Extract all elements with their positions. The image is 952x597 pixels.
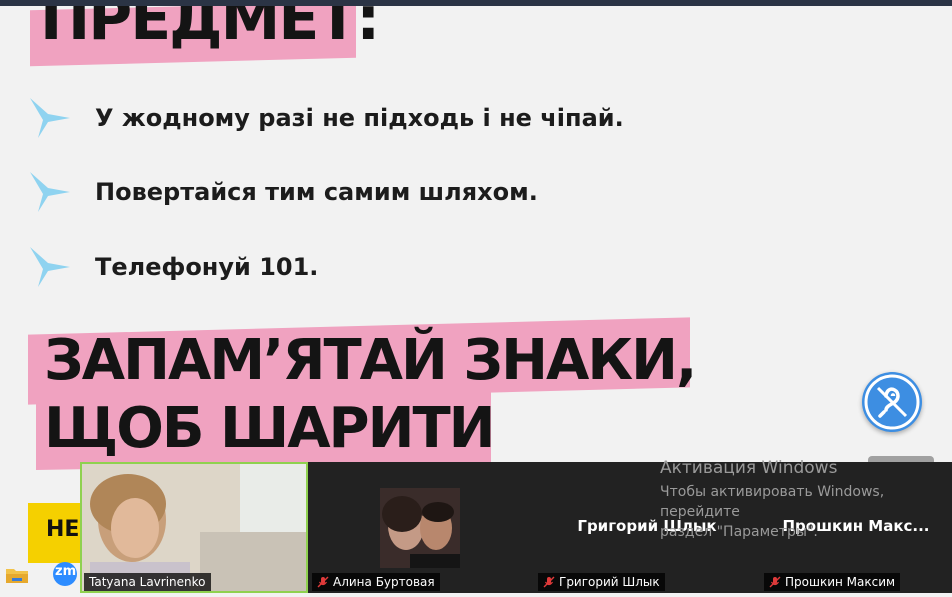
participant-nameplate: Прошкин Максим [764,573,901,591]
yellow-card-label: НЕ [46,517,80,542]
hearing-accessibility-icon [864,374,920,430]
folder-icon [6,569,28,583]
bullet-text: Повертайся тим самим шляхом. [95,178,538,206]
windows-activation-watermark: Активация Windows Чтобы активировать Win… [660,458,952,542]
activation-line2: раздел "Параметры". [660,524,818,540]
zoom-taskbar-button[interactable]: zm [50,561,80,589]
file-explorer-taskbar-button[interactable] [2,561,32,589]
star-icon [30,172,70,212]
participant-name: Алина Буртовая [333,575,435,589]
activation-line1: Чтобы активировать Windows, перейдите [660,484,885,520]
participant-tile[interactable]: Tatyana Lavrinenko [80,462,308,593]
zoom-label: zm [55,564,77,579]
bullet-item: Телефонуй 101. [0,243,700,293]
bullet-text: Телефонуй 101. [95,253,319,281]
mic-muted-icon [317,576,329,588]
participant-name: Григорий Шлык [559,575,660,589]
activation-title: Активация Windows [660,458,838,478]
heading-line2: ЩОБ ШАРИТИ [44,396,496,461]
participant-name: Tatyana Lavrinenko [89,575,206,589]
participant-video [380,488,460,568]
bullet-item: Повертайся тим самим шляхом. [0,168,700,218]
mic-muted-icon [769,576,781,588]
participant-nameplate: Григорий Шлык [538,573,665,591]
participant-tile[interactable]: Алина Буртовая [308,462,534,593]
bullet-text: У жодному разі не підходь і не чіпай. [95,104,624,132]
mic-muted-icon [543,576,555,588]
participant-nameplate: Tatyana Lavrinenko [84,573,211,591]
participant-name: Прошкин Максим [785,575,896,589]
star-icon [30,247,70,287]
bullet-item: У жодному разі не підходь і не чіпай. [0,94,700,144]
heading-line1: ЗАПАМ’ЯТАЙ ЗНАКИ, [44,328,697,393]
yellow-card: НЕ [28,503,88,563]
star-icon [30,98,70,138]
accessibility-button[interactable] [862,372,922,432]
participant-nameplate: Алина Буртовая [312,573,440,591]
heading-top: ПРЕДМЕТ: [40,6,380,54]
